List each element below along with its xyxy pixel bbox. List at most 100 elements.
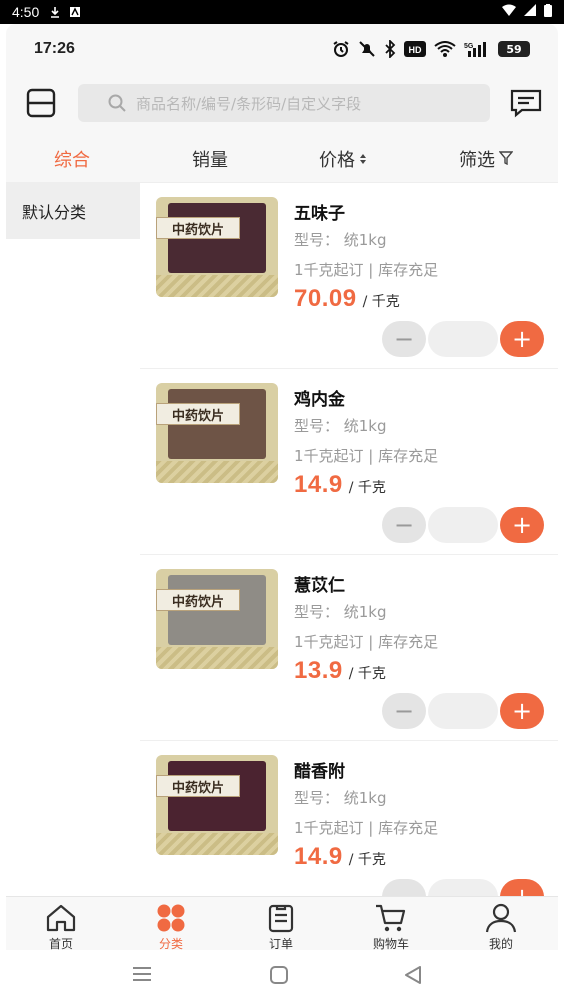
product-list[interactable]: 中药饮片 五味子 型号： 统1kg 1千克起订 | 库存充足 70.09 / 千… (140, 182, 558, 896)
product-image[interactable]: 中药饮片 (156, 569, 278, 669)
tab-orders[interactable]: 订单 (246, 903, 316, 952)
category-label: 默认分类 (22, 203, 87, 222)
status-time: 17:26 (34, 40, 75, 57)
product-name[interactable]: 醋香附 (294, 757, 345, 782)
home-nav-icon[interactable] (270, 966, 288, 988)
minus-icon: − (393, 325, 415, 353)
battery-level: 59 (498, 41, 530, 57)
price-unit: / 千克 (348, 852, 386, 868)
tab-price[interactable]: 价格 (319, 146, 367, 172)
decrease-button[interactable]: − (382, 693, 426, 729)
recent-apps-icon[interactable] (132, 966, 152, 986)
price-value: 70.09 (294, 285, 357, 312)
package-pattern (156, 833, 278, 855)
package-pattern (156, 275, 278, 297)
sort-arrows-icon (359, 149, 367, 170)
product-model: 型号： 统1kg (294, 603, 387, 621)
bottom-tab-bar: 首页 分类 订单 购物车 我的 (6, 896, 558, 952)
scan-icon[interactable] (26, 88, 56, 118)
svg-text:HD: HD (409, 45, 422, 55)
profile-icon (485, 903, 517, 933)
product-model: 型号： 统1kg (294, 789, 387, 807)
product-moq-stock: 1千克起订 | 库存充足 (294, 633, 439, 651)
product-moq-stock: 1千克起订 | 库存充足 (294, 447, 439, 465)
bluetooth-icon (384, 40, 396, 58)
tab-label: 销量 (192, 150, 228, 171)
decrease-button[interactable]: − (382, 507, 426, 543)
message-icon[interactable] (510, 88, 542, 118)
product-image[interactable]: 中药饮片 (156, 755, 278, 855)
category-icon (157, 904, 185, 932)
product-image-label: 中药饮片 (156, 589, 240, 611)
app-notification-icon (69, 6, 81, 18)
decrease-button[interactable]: − (382, 879, 426, 896)
tab-sales[interactable]: 销量 (192, 146, 228, 172)
package-pattern (156, 647, 278, 669)
product-image-label: 中药饮片 (156, 775, 240, 797)
signal-icon (524, 4, 536, 20)
quantity-input[interactable] (428, 321, 498, 357)
system-time: 4:50 (12, 4, 40, 20)
price-value: 13.9 (294, 657, 343, 684)
increase-button[interactable]: + (500, 693, 544, 729)
product-item[interactable]: 中药饮片 薏苡仁 型号： 统1kg 1千克起订 | 库存充足 13.9 / 千克… (140, 555, 558, 741)
sidebar-item-default-category[interactable]: 默认分类 (6, 183, 140, 239)
product-name[interactable]: 薏苡仁 (294, 571, 345, 596)
plus-icon: + (511, 697, 533, 725)
price-value: 14.9 (294, 843, 343, 870)
minus-icon: − (394, 883, 414, 896)
product-item[interactable]: 中药饮片 五味子 型号： 统1kg 1千克起订 | 库存充足 70.09 / 千… (140, 183, 558, 369)
product-price: 13.9 / 千克 (294, 657, 386, 685)
tab-home[interactable]: 首页 (26, 903, 96, 952)
product-price: 14.9 / 千克 (294, 471, 386, 499)
product-item[interactable]: 中药饮片 鸡内金 型号： 统1kg 1千克起订 | 库存充足 14.9 / 千克… (140, 369, 558, 555)
product-image[interactable]: 中药饮片 (156, 383, 278, 483)
search-placeholder: 商品名称/编号/条形码/自定义字段 (136, 94, 362, 113)
quantity-input[interactable] (428, 507, 498, 543)
cellular-5g-icon: 5G (464, 41, 490, 57)
quantity-input[interactable] (428, 879, 498, 896)
product-moq-stock: 1千克起订 | 库存充足 (294, 261, 439, 279)
quantity-input[interactable] (428, 693, 498, 729)
package-pattern (156, 461, 278, 483)
price-value: 14.9 (294, 471, 343, 498)
product-name[interactable]: 鸡内金 (294, 385, 345, 410)
minus-icon: − (393, 697, 415, 725)
decrease-button[interactable]: − (382, 321, 426, 357)
cart-icon (376, 904, 406, 932)
tab-filter[interactable]: 筛选 (459, 146, 514, 172)
tab-profile[interactable]: 我的 (466, 903, 536, 952)
battery-icon (544, 3, 552, 21)
product-item[interactable]: 中药饮片 醋香附 型号： 统1kg 1千克起订 | 库存充足 14.9 / 千克… (140, 741, 558, 896)
minus-icon: − (393, 511, 415, 539)
download-icon (49, 6, 61, 18)
tab-label: 价格 (319, 150, 355, 171)
product-name[interactable]: 五味子 (294, 199, 345, 224)
search-input[interactable]: 商品名称/编号/条形码/自定义字段 (78, 84, 490, 122)
hd-icon: HD (404, 41, 426, 57)
wifi-icon (502, 4, 516, 20)
tab-category[interactable]: 分类 (136, 903, 206, 952)
increase-button[interactable]: + (500, 321, 544, 357)
increase-button[interactable]: + (500, 879, 544, 896)
tab-comprehensive[interactable]: 综合 (54, 146, 90, 172)
plus-icon: + (511, 325, 533, 353)
system-status-bar: 4:50 (0, 0, 564, 24)
product-image[interactable]: 中药饮片 (156, 197, 278, 297)
quantity-stepper: − + (382, 507, 544, 543)
back-icon[interactable] (404, 966, 422, 988)
category-sidebar: 默认分类 (6, 182, 140, 896)
system-navigation-bar (6, 950, 558, 1004)
plus-icon: + (512, 883, 532, 896)
product-price: 14.9 / 千克 (294, 843, 386, 871)
price-unit: / 千克 (348, 480, 386, 496)
product-image-label: 中药饮片 (156, 403, 240, 425)
order-icon (268, 904, 294, 933)
quantity-stepper: − + (382, 693, 544, 729)
alarm-icon (332, 40, 350, 58)
tab-cart[interactable]: 购物车 (356, 903, 426, 952)
tab-label: 综合 (54, 150, 90, 171)
price-unit: / 千克 (362, 294, 400, 310)
increase-button[interactable]: + (500, 507, 544, 543)
product-model: 型号： 统1kg (294, 417, 387, 435)
